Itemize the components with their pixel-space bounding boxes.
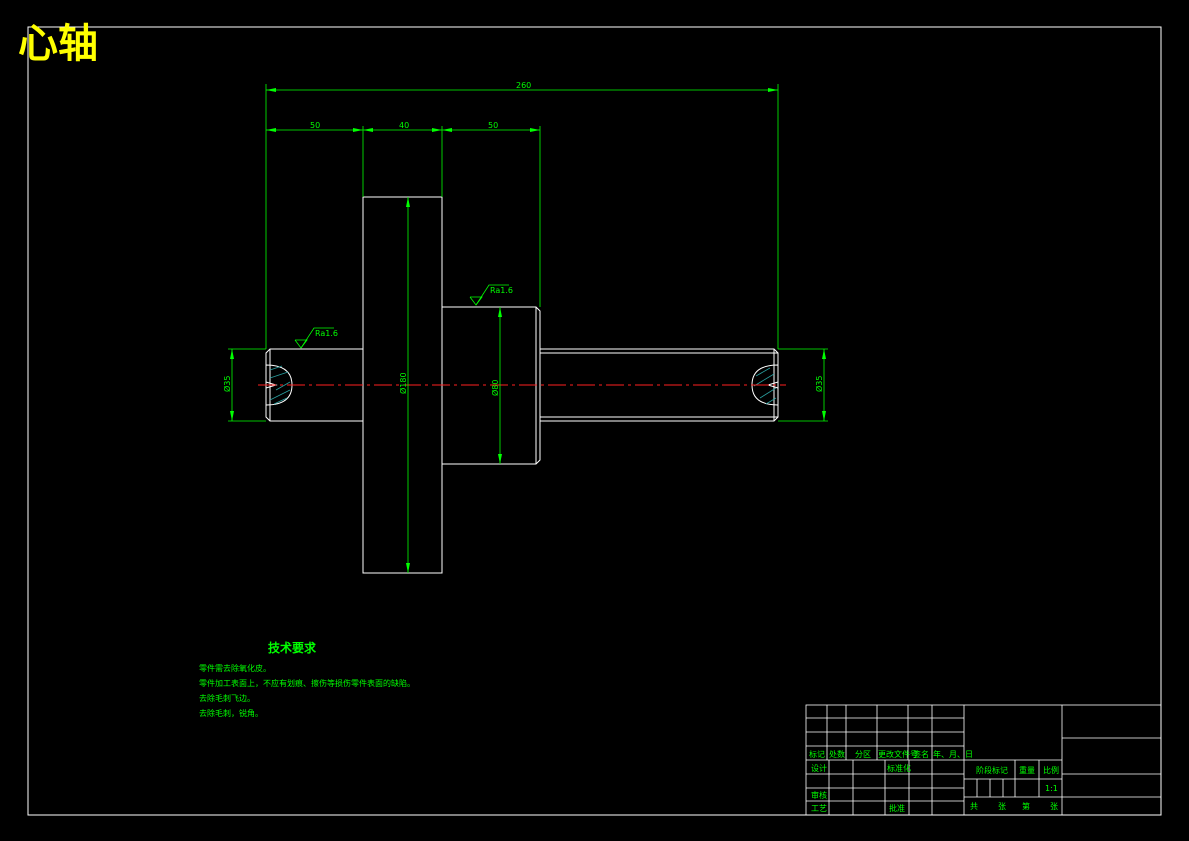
tb-weight: 重量	[1019, 765, 1035, 775]
tb-page-end: 张	[1050, 802, 1058, 811]
tb-total: 共	[970, 802, 978, 811]
tb-col-count: 处数	[829, 749, 845, 759]
tb-col-doc: 更改文件号	[878, 749, 918, 759]
drawing-title: 心轴	[18, 21, 98, 67]
tech-req-item: 去除毛刺，锐角。	[199, 708, 263, 718]
tb-scale-value: 1:1	[1045, 784, 1058, 793]
dim-dia-mid: Ø80	[490, 380, 500, 396]
roughness-label-2: Ra1.6	[490, 286, 513, 295]
tb-col-sign: 签名	[913, 749, 929, 759]
tb-page: 第	[1022, 801, 1030, 811]
dim-dia-left: Ø35	[222, 376, 232, 392]
drawing-sheet: 心轴 260 50 40 50 Ø35 Ø35 Ø180 Ø80 Ra1.6 R…	[18, 21, 1162, 816]
dim-seg3: 50	[488, 121, 498, 130]
tb-sheets: 张	[998, 802, 1006, 811]
tech-req-heading: 技术要求	[268, 640, 317, 655]
tech-req-item: 零件需去除氧化皮。	[199, 663, 271, 673]
tb-review: 审核	[811, 790, 827, 800]
tb-design: 设计	[811, 763, 827, 773]
dim-seg1: 50	[310, 121, 320, 130]
dim-seg2: 40	[399, 121, 409, 130]
tb-stage-mark: 阶段标记	[976, 765, 1008, 775]
tb-scale-label: 比例	[1043, 765, 1059, 775]
roughness-label-1: Ra1.6	[315, 329, 338, 338]
tb-process: 工艺	[811, 804, 827, 813]
tech-req-item: 零件加工表面上，不应有划痕、擦伤等损伤零件表面的缺陷。	[199, 678, 415, 688]
title-block	[805, 704, 1162, 816]
tb-col-mark: 标记	[809, 749, 825, 759]
tb-col-date: 年、月、日	[933, 749, 973, 759]
dim-dia-right: Ø35	[814, 376, 824, 392]
dim-dia-flange: Ø180	[398, 372, 408, 394]
tech-req-item: 去除毛刺飞边。	[199, 693, 255, 703]
dim-overall-length: 260	[516, 81, 531, 90]
tb-approve: 批准	[889, 803, 905, 813]
tb-col-zone: 分区	[855, 750, 871, 759]
tb-standardize: 标准化	[887, 763, 911, 773]
